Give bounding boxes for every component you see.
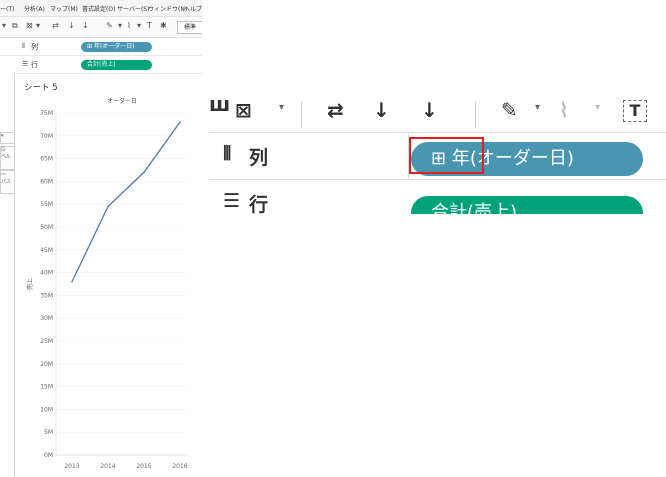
y-tick-label: 75M [40, 110, 53, 117]
data-point [71, 280, 73, 283]
y-tick-label: 55M [40, 201, 53, 208]
zoom-toolbar: ш ⊠ ▾ ⇄ ↓ ↓ ✎ ▾ ⌇ ▾ T [209, 96, 666, 133]
data-point [143, 171, 145, 174]
y-tick-label: 60M [40, 178, 53, 185]
clear-sheet-icon[interactable]: ⊠ [26, 21, 33, 30]
menu-help[interactable]: ヘルプ [184, 4, 202, 13]
menu-map[interactable]: マップ(M) [50, 4, 78, 13]
menu-format[interactable]: 書式設定(O) [82, 4, 115, 13]
label-card-text: ベル [1, 154, 12, 160]
rows-shelf[interactable]: ☰ 行 合計(売上) [0, 56, 202, 74]
menu-analysis[interactable]: 分析(A) [24, 4, 45, 13]
menu-window[interactable]: ウィンドウ(N) [148, 4, 187, 13]
label-card[interactable]: ⊡ ベル [0, 146, 15, 170]
y-tick-label: 50M [40, 224, 53, 231]
y-tick-label: 15M [40, 384, 53, 391]
y-tick-label: 25M [40, 338, 53, 345]
clear-caret-icon[interactable]: ▾ [36, 21, 40, 30]
y-axis-label: 売上 [26, 278, 34, 290]
label-icon[interactable]: T [623, 100, 647, 122]
sheet-title: シート 5 [24, 83, 58, 93]
expand-plus-icon[interactable]: ⊞ [87, 43, 92, 50]
y-tick-label: 35M [40, 292, 53, 299]
path-card-text: パス [1, 179, 12, 185]
x-tick-label: 2013 [64, 463, 79, 470]
swap-icon[interactable]: ⇄ [327, 98, 344, 122]
data-point [107, 205, 109, 208]
y-tick-label: 65M [40, 156, 53, 163]
columns-shelf[interactable]: ⦀ 列 ⊞ 年(オーダー日) [0, 38, 202, 56]
line-chart: 0M 5M 10M 15M 20M 25M 30M 35M 40M 45M 50M 55M 60M 65M… [26, 97, 188, 470]
toolbar-separator [475, 102, 476, 128]
rows-shelf-label: 行 [31, 61, 38, 69]
y-tick-label: 20M [40, 361, 53, 368]
columns-shelf-icon: ⦀ [223, 143, 232, 165]
y-tick-label: 40M [40, 270, 53, 277]
label-icon[interactable]: T [147, 21, 152, 30]
y-tick-label: 5M [44, 429, 53, 436]
zoom-columns-label: 列 [249, 147, 269, 169]
clear-caret-icon[interactable]: ▾ [279, 102, 284, 113]
columns-shelf-label: 列 [31, 43, 38, 51]
group-icon[interactable]: ⌇ [559, 98, 569, 122]
sort-ascending-icon[interactable]: ↓ [373, 98, 390, 122]
tableau-window: ー(T) 分析(A) マップ(M) 書式設定(O) サーバー(S) ウィンドウ(… [0, 0, 202, 477]
toolbar-caret-icon[interactable]: ▾ [2, 21, 6, 30]
group-caret-icon[interactable]: ▾ [595, 102, 600, 113]
clear-sheet-icon[interactable]: ⊠ [235, 98, 252, 122]
sort-descending-icon[interactable]: ↓ [421, 98, 438, 122]
y-tick-label: 30M [40, 315, 53, 322]
menu-data[interactable]: ー(T) [0, 4, 14, 13]
plot-area [56, 113, 188, 455]
highlight-icon[interactable]: ✎ [106, 21, 113, 30]
sort-descending-icon[interactable]: ↓ [82, 21, 89, 30]
y-tick-label: 0M [44, 452, 53, 459]
y-tick-label: 10M [40, 406, 53, 413]
year-order-date-pill-label: 年(オーダー日) [93, 43, 135, 50]
duplicate-sheet-icon[interactable]: ⧉ [12, 21, 18, 31]
path-card[interactable]: 〜パス [0, 170, 15, 194]
menu-bar: ー(T) 分析(A) マップ(M) 書式設定(O) サーバー(S) ウィンドウ(… [0, 0, 202, 17]
swap-icon[interactable]: ⇄ [52, 21, 59, 30]
menu-server[interactable]: サーバー(S) [117, 4, 149, 13]
toolbar-separator [301, 102, 302, 128]
pin-icon[interactable]: ✱ [160, 21, 167, 30]
chart-title: オーダー日 [107, 97, 137, 105]
marks-side-panel: ▾ ⊡ ベル 〜パス [0, 72, 15, 477]
columns-shelf-icon: ⦀ [22, 42, 26, 50]
highlight-caret-icon[interactable]: ▾ [535, 102, 540, 113]
side-panel-dropdown[interactable]: ▾ [0, 132, 15, 144]
zoom-rows-label: 行 [249, 194, 269, 214]
fit-standard-dropdown[interactable]: 標準 [177, 21, 202, 34]
x-tick-label: 2014 [100, 463, 115, 470]
highlight-icon[interactable]: ✎ [501, 98, 518, 122]
zoom-sum-sales-pill[interactable]: 合計(売上) [411, 196, 643, 214]
zoom-row-pill-clip: 合計(売上) [411, 196, 643, 214]
rows-shelf-icon: ☰ [223, 190, 241, 212]
group-caret-icon[interactable]: ▾ [137, 21, 141, 30]
sum-sales-pill[interactable]: 合計(売上) [81, 60, 152, 70]
group-icon[interactable]: ⌇ [127, 21, 131, 30]
x-tick-label: 2016 [172, 463, 187, 470]
rows-shelf-icon: ☰ [22, 60, 29, 68]
data-point [179, 121, 181, 123]
highlight-box-around-plus-icon [409, 137, 484, 174]
toolbar: ▾ ⧉ ⊠ ▾ ⇄ ↓ ↓ ✎ ▾ ⌇ ▾ T ✱ 標準 [0, 17, 202, 38]
year-order-date-pill[interactable]: ⊞ 年(オーダー日) [81, 42, 152, 52]
highlight-caret-icon[interactable]: ▾ [118, 21, 122, 30]
x-tick-label: 2015 [136, 463, 151, 470]
sort-ascending-icon[interactable]: ↓ [68, 21, 75, 30]
y-tick-label: 45M [40, 247, 53, 254]
zoom-partial-icon: ш [209, 96, 231, 116]
y-tick-label: 70M [40, 133, 53, 140]
